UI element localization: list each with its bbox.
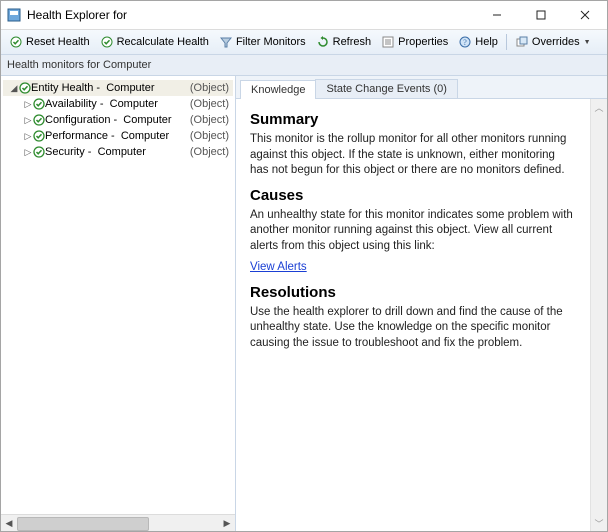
context-target: Computer: [103, 59, 151, 71]
filter-icon: [219, 35, 233, 49]
tree-item-configuration[interactable]: ▷ Configuration - Computer (Object): [3, 112, 233, 128]
summary-heading: Summary: [250, 111, 576, 128]
health-ok-icon: [33, 98, 45, 110]
detail-pane: Knowledge State Change Events (0) Summar…: [236, 76, 607, 531]
overrides-icon: [515, 35, 529, 49]
chevron-down-icon: ▼: [584, 39, 591, 46]
detail-tabs: Knowledge State Change Events (0): [236, 76, 607, 99]
expander-icon[interactable]: ◢: [9, 83, 19, 94]
health-ok-icon: [33, 114, 45, 126]
health-explorer-window: Health Explorer for Reset Health Recal: [0, 0, 608, 532]
expander-icon[interactable]: ▷: [23, 115, 33, 126]
health-ok-icon: [33, 146, 45, 158]
scroll-thumb[interactable]: [17, 517, 149, 531]
refresh-button[interactable]: Refresh: [312, 33, 376, 51]
reset-health-icon: [9, 35, 23, 49]
overrides-button[interactable]: Overrides ▼: [511, 33, 595, 51]
properties-icon: [381, 35, 395, 49]
reset-health-button[interactable]: Reset Health: [5, 33, 94, 51]
health-ok-icon: [33, 130, 45, 142]
tab-state-change-events[interactable]: State Change Events (0): [315, 79, 457, 98]
tree-item-performance[interactable]: ▷ Performance - Computer (Object): [3, 128, 233, 144]
filter-monitors-button[interactable]: Filter Monitors: [215, 33, 310, 51]
context-label: Health monitors for: [7, 59, 100, 71]
causes-text: An unhealthy state for this monitor indi…: [250, 208, 576, 255]
expander-icon[interactable]: ▷: [23, 131, 33, 142]
monitor-tree-pane: ◢ Entity Health - Computer (Object) ▷ Av…: [1, 76, 236, 531]
knowledge-content: Summary This monitor is the rollup monit…: [236, 99, 590, 531]
tree-item-security[interactable]: ▷ Security - Computer (Object): [3, 144, 233, 160]
causes-heading: Causes: [250, 187, 576, 204]
help-icon: ?: [458, 35, 472, 49]
detail-vertical-scrollbar[interactable]: ︿ ﹀: [590, 99, 607, 531]
recalculate-health-button[interactable]: Recalculate Health: [96, 33, 213, 51]
scroll-right-icon[interactable]: ▶: [219, 518, 235, 529]
resolutions-text: Use the health explorer to drill down an…: [250, 305, 576, 352]
minimize-button[interactable]: [475, 1, 519, 29]
tab-knowledge[interactable]: Knowledge: [240, 80, 316, 99]
toolbar-separator: [506, 34, 507, 50]
scroll-left-icon[interactable]: ◀: [1, 518, 17, 529]
view-alerts-link[interactable]: View Alerts: [250, 261, 307, 273]
window-title: Health Explorer for: [27, 8, 127, 22]
titlebar: Health Explorer for: [1, 1, 607, 30]
scroll-up-icon[interactable]: ︿: [591, 99, 607, 115]
expander-icon[interactable]: ▷: [23, 147, 33, 158]
resolutions-heading: Resolutions: [250, 284, 576, 301]
close-button[interactable]: [563, 1, 607, 29]
health-ok-icon: [19, 82, 31, 94]
scroll-down-icon[interactable]: ﹀: [591, 515, 607, 531]
tree-item-availability[interactable]: ▷ Availability - Computer (Object): [3, 96, 233, 112]
refresh-icon: [316, 35, 330, 49]
summary-text: This monitor is the rollup monitor for a…: [250, 132, 576, 179]
context-bar: Health monitors for Computer: [1, 55, 607, 76]
tree-horizontal-scrollbar[interactable]: ◀ ▶: [1, 514, 235, 531]
properties-button[interactable]: Properties: [377, 33, 452, 51]
app-icon: [7, 8, 21, 22]
tree-root[interactable]: ◢ Entity Health - Computer (Object): [3, 80, 233, 96]
recalc-icon: [100, 35, 114, 49]
maximize-button[interactable]: [519, 1, 563, 29]
help-button[interactable]: ? Help: [454, 33, 502, 51]
svg-text:?: ?: [464, 38, 468, 47]
monitor-tree[interactable]: ◢ Entity Health - Computer (Object) ▷ Av…: [1, 76, 235, 514]
toolbar: Reset Health Recalculate Health Filter M…: [1, 30, 607, 55]
expander-icon[interactable]: ▷: [23, 99, 33, 110]
